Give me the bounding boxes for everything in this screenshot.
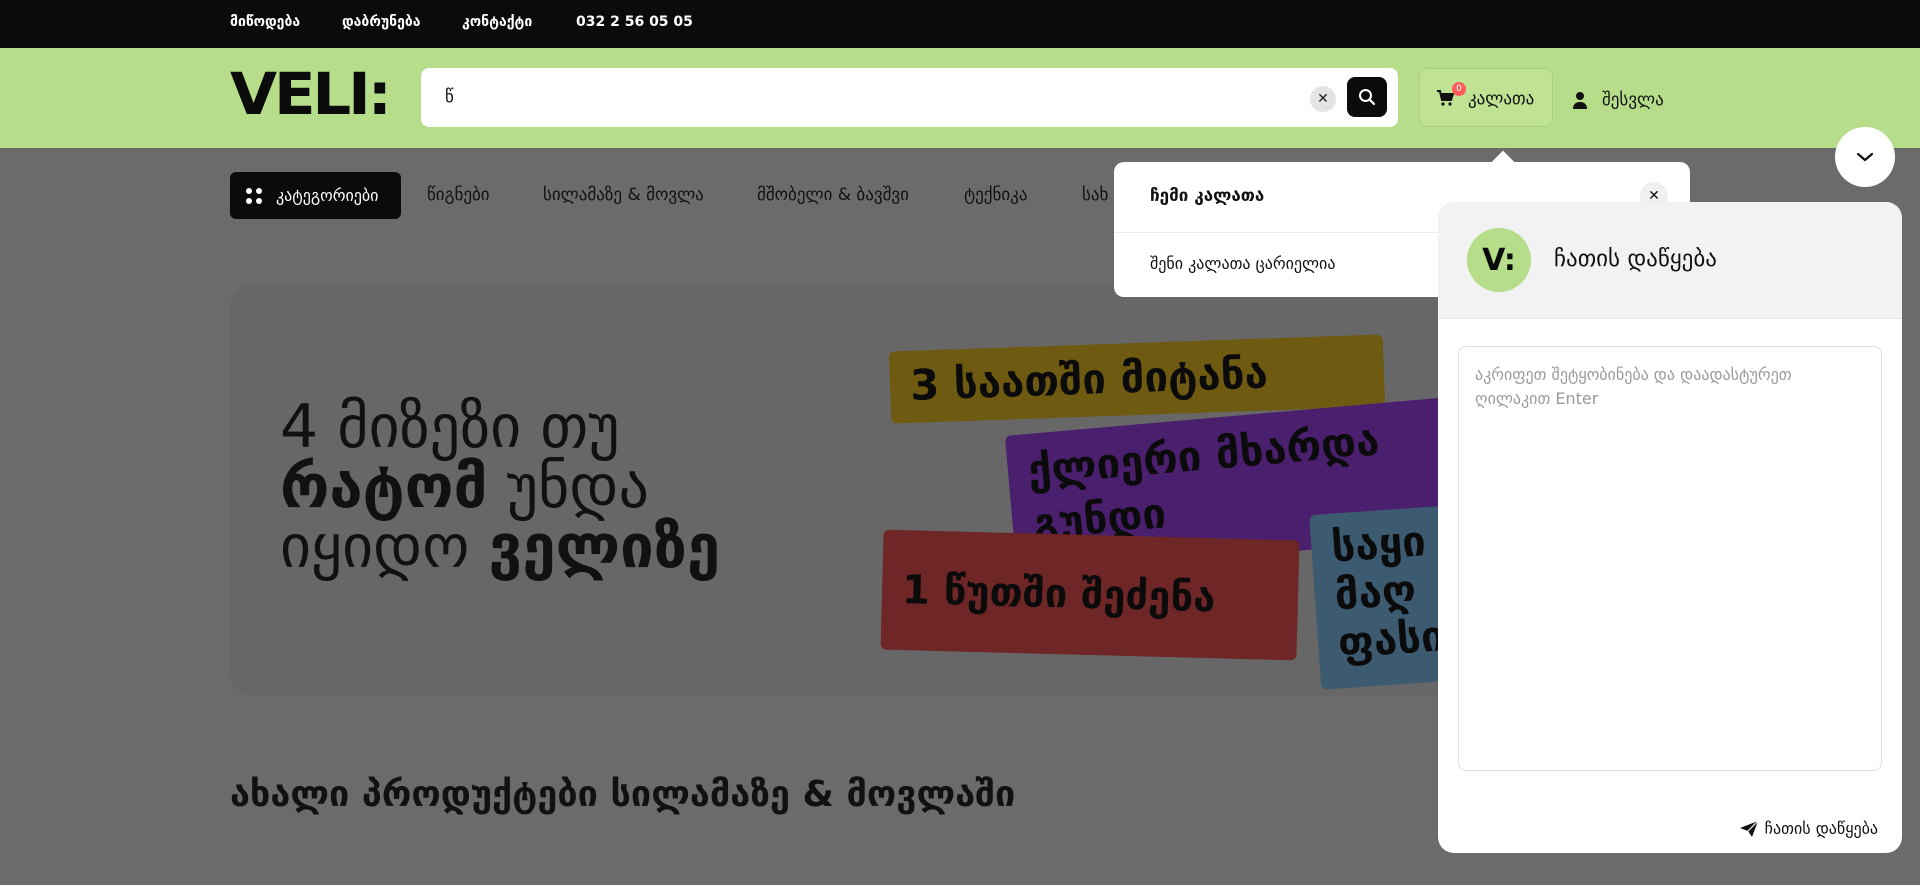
banner-line-3-text: იყიდო [280, 512, 470, 582]
avatar: V: [1467, 228, 1531, 292]
tag-low-price-line1: საყი [1329, 516, 1428, 572]
header: VELI: ✕ 0 კალათა შესვლა [0, 48, 1920, 148]
banner-line-2: რატომ უნდა [280, 456, 649, 518]
chat-title: ჩათის დაწყება [1554, 246, 1717, 272]
search-icon [1359, 89, 1376, 106]
login-button[interactable]: შესვლა [1572, 88, 1664, 112]
search-bar: ✕ [421, 68, 1398, 127]
search-input[interactable] [445, 80, 1295, 114]
banner-line-3: იყიდო ველიზე [280, 516, 720, 578]
tag-low-price-line2: მაღ [1333, 564, 1418, 620]
login-label: შესვლა [1602, 90, 1664, 110]
chat-widget: V: ჩათის დაწყება ჩათის დაწყება [1438, 202, 1902, 853]
cart-button[interactable]: 0 კალათა [1419, 68, 1553, 127]
categories-label: კატეგორიები [276, 186, 379, 205]
top-bar: მიწოდება დაბრუნება კონტაქტი 032 2 56 05 … [0, 0, 1920, 48]
grid-icon [246, 187, 262, 204]
cart-count-badge: 0 [1452, 82, 1466, 96]
promo-banner[interactable]: 4 მიზეზი თუ რატომ უნდა იყიდო ველიზე 3 სა… [230, 283, 1470, 696]
tag-low-price-line3: ფასი [1336, 611, 1447, 668]
section-title: ახალი პროდუქტები სილამაზე & მოვლაში [230, 774, 1016, 815]
send-icon [1739, 820, 1759, 837]
logo[interactable]: VELI: [230, 64, 392, 124]
nav-item-books[interactable]: წიგნები [427, 185, 490, 205]
phone-link[interactable]: 032 2 56 05 05 [576, 14, 693, 30]
cart-empty-message: შენი კალათა ცარიელია [1150, 254, 1336, 273]
banner-line-1: 4 მიზეზი თუ [280, 392, 620, 462]
user-icon [1573, 92, 1587, 109]
cart-dropdown-title: ჩემი კალათა [1150, 186, 1265, 206]
chat-collapse-button[interactable] [1835, 127, 1895, 187]
clear-search-button[interactable]: ✕ [1310, 86, 1336, 112]
chat-start-button[interactable]: ჩათის დაწყება [1739, 819, 1878, 838]
returns-link[interactable]: დაბრუნება [342, 14, 421, 30]
delivery-link[interactable]: მიწოდება [230, 14, 300, 30]
cart-icon [1437, 90, 1454, 106]
nav-item-beauty[interactable]: სილამაზე & მოვლა [543, 185, 704, 205]
categories-button[interactable]: კატეგორიები [230, 172, 401, 219]
chevron-down-icon [1856, 152, 1874, 162]
contact-link[interactable]: კონტაქტი [462, 14, 532, 30]
tag-1min-purchase: 1 წუთში შეძენა [880, 529, 1300, 661]
close-icon: ✕ [1317, 91, 1329, 107]
nav-item-tech[interactable]: ტექნიკა [964, 185, 1027, 205]
cart-label: კალათა [1468, 89, 1535, 109]
chat-message-input[interactable] [1458, 346, 1882, 771]
search-button[interactable] [1347, 77, 1387, 117]
nav-item-home[interactable]: სახ [1082, 185, 1108, 205]
banner-line-3-bold: ველიზე [488, 512, 721, 582]
chat-header: V: ჩათის დაწყება [1438, 202, 1902, 319]
tag-support-line1: ქლიერი მხარდა [1025, 415, 1382, 495]
nav-item-parent-child[interactable]: მშობელი & ბავშვი [757, 185, 909, 205]
chat-start-label: ჩათის დაწყება [1764, 819, 1878, 838]
